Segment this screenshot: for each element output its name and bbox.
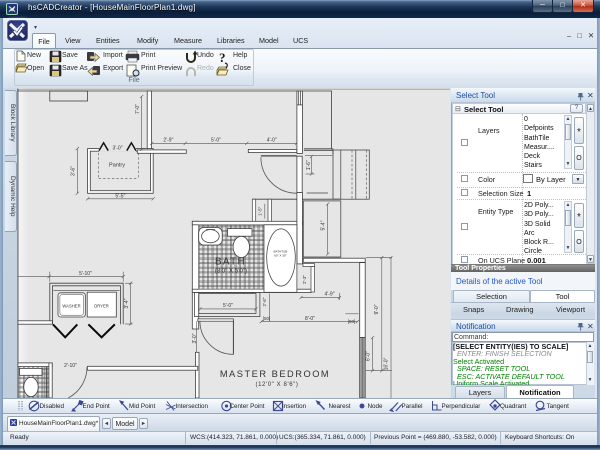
svg-text:2'-9": 2'-9" — [163, 138, 173, 144]
svg-text:?: ? — [219, 50, 226, 65]
svg-text:8'-0": 8'-0" — [305, 316, 315, 322]
svg-text:(8'0" X 5'0"): (8'0" X 5'0") — [215, 268, 247, 275]
svg-text:16'-0": 16'-0" — [383, 357, 389, 370]
svg-text:5'-0": 5'-0" — [211, 138, 221, 144]
svg-text:(12'0" X 8'6"): (12'0" X 8'6") — [256, 382, 299, 388]
svg-text:WASHER: WASHER — [62, 304, 80, 309]
svg-text:1'-5": 1'-5" — [258, 206, 263, 215]
svg-text:MASTER BEDROOM: MASTER BEDROOM — [220, 369, 330, 379]
svg-text:5'-5": 5'-5" — [115, 193, 125, 199]
svg-text:5'-10": 5'-10" — [79, 271, 92, 277]
svg-text:9'-0": 9'-0" — [374, 304, 380, 314]
svg-text:[50]: [50] — [348, 319, 356, 324]
svg-text:2'-6": 2'-6" — [262, 297, 267, 306]
svg-text:7'-0": 7'-0" — [135, 104, 141, 114]
svg-text:3'-4": 3'-4" — [124, 298, 130, 308]
svg-text:[50]: [50] — [263, 316, 271, 321]
svg-text:Pantry: Pantry — [109, 163, 125, 169]
svg-text:1'-6": 1'-6" — [306, 160, 312, 170]
svg-text:3'-6": 3'-6" — [71, 166, 77, 176]
svg-text:60" X 30": 60" X 30" — [274, 254, 286, 258]
svg-text:5'-4": 5'-4" — [321, 220, 327, 230]
svg-text:DRYER: DRYER — [94, 304, 109, 309]
svg-text:2'-3": 2'-3" — [302, 275, 307, 284]
svg-text:4'-9": 4'-9" — [325, 292, 335, 298]
svg-text:3'-0": 3'-0" — [192, 333, 198, 343]
svg-text:6'-0": 6'-0" — [366, 351, 372, 361]
svg-text:BATH: BATH — [215, 257, 246, 268]
svg-text:5'-0": 5'-0" — [223, 303, 233, 309]
svg-text:2'-10": 2'-10" — [64, 363, 77, 369]
svg-text:3'-0": 3'-0" — [113, 146, 123, 152]
svg-text:4'-0": 4'-0" — [267, 138, 277, 144]
